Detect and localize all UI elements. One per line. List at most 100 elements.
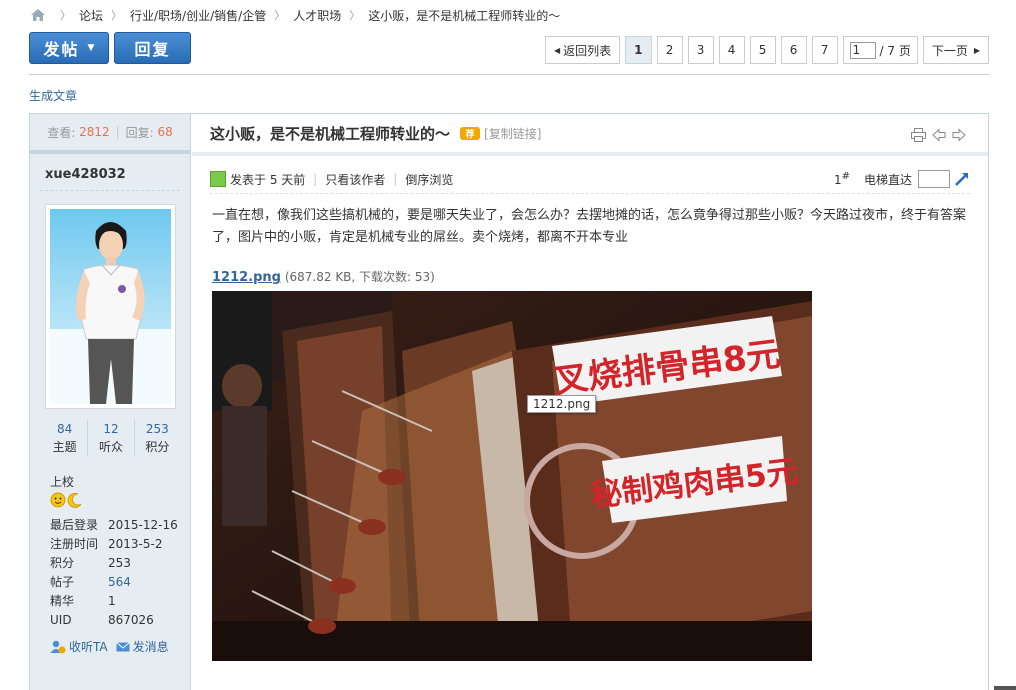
info-digest: 精华 1 — [50, 592, 178, 611]
chevron-right-icon: 〉 — [60, 9, 71, 22]
floor-suffix: # — [841, 171, 850, 182]
only-author-link[interactable]: 只看该作者 — [325, 171, 385, 188]
reply-button[interactable]: 回复 — [114, 32, 191, 64]
online-user-icon — [210, 171, 226, 187]
new-post-label: 发帖 — [43, 40, 80, 59]
info-key: UID — [50, 613, 72, 627]
envelope-icon — [115, 641, 130, 651]
info-key: 最后登录 — [50, 518, 99, 532]
author-name[interactable]: xue428032 — [45, 167, 190, 182]
page-2[interactable]: 2 — [656, 36, 683, 64]
replies-count: 68 — [157, 125, 173, 139]
back-to-list-button[interactable]: ◀ 返回列表 — [544, 36, 621, 64]
author-info: 最后登录 2015-12-16 注册时间 2013-5-2 积分 253 帖子 564 … — [50, 516, 178, 630]
stats-separator: | — [115, 125, 120, 139]
next-thread-icon[interactable] — [952, 128, 966, 142]
thread-stats: 查看: 2812 | 回复: 68 — [30, 114, 190, 154]
post-header: 这小贩，是不是机械工程师转业的～ 荐 [复制链接] — [192, 114, 988, 156]
post-meta: 发表于 5 天前 | 只看该作者 | 倒序浏览 1# 电梯直达 — [210, 168, 970, 190]
info-key: 帖子 — [50, 575, 75, 589]
page-4[interactable]: 4 — [718, 36, 745, 64]
floor-controls: 1# 电梯直达 — [834, 170, 970, 188]
attachment-filename[interactable]: 1212.png — [212, 270, 281, 285]
send-message-button[interactable]: 发消息 — [115, 638, 169, 655]
sun-icon — [50, 492, 66, 508]
info-value: 253 — [108, 556, 131, 570]
photo-graphic: 叉烧排骨串8元 秘制鸡肉串5元 — [212, 291, 812, 661]
post-content: 一直在想，像我们这些搞机械的，要是哪天失业了，会怎么办？去摆地摊的话，怎么竟争得… — [212, 208, 967, 245]
info-value-link[interactable]: 564 — [108, 573, 131, 592]
print-icon[interactable] — [911, 128, 926, 142]
home-icon[interactable] — [30, 8, 46, 22]
author-sidebar: 查看: 2812 | 回复: 68 xue428032 84 主题 12 听众 … — [30, 114, 191, 690]
info-uid: UID 867026 — [50, 611, 178, 630]
send-message-label: 发消息 — [132, 640, 169, 654]
post: 查看: 2812 | 回复: 68 xue428032 84 主题 12 听众 … — [29, 113, 989, 690]
post-title: 这小贩，是不是机械工程师转业的～ — [210, 124, 451, 143]
new-post-button[interactable]: 发帖 ▼ — [29, 32, 109, 64]
medals — [50, 492, 83, 508]
count-followers[interactable]: 12 听众 — [87, 420, 133, 456]
page-3[interactable]: 3 — [687, 36, 714, 64]
info-last-login: 最后登录 2015-12-16 — [50, 516, 178, 535]
reply-label: 回复 — [134, 40, 171, 59]
page-7[interactable]: 7 — [811, 36, 838, 64]
moon-icon — [67, 492, 82, 508]
author-rank: 上校 — [50, 475, 75, 489]
count-label: 主题 — [52, 440, 77, 454]
avatar[interactable] — [45, 204, 176, 409]
back-to-list-label: 返回列表 — [563, 43, 612, 58]
breadcrumb-item-thread[interactable]: 这小贩，是不是机械工程师转业的～ — [368, 7, 560, 24]
count-value: 253 — [145, 422, 169, 436]
chevron-right-icon: 〉 — [111, 9, 123, 22]
replies-label: 回复: — [125, 125, 154, 140]
author-actions: 收听TA 发消息 — [50, 638, 169, 655]
page-1[interactable]: 1 — [625, 36, 652, 64]
page-5[interactable]: 5 — [749, 36, 776, 64]
next-page-label: 下一页 — [931, 43, 968, 58]
reverse-order-link[interactable]: 倒序浏览 — [405, 171, 453, 188]
breadcrumb-item-forum[interactable]: 论坛 — [79, 7, 103, 24]
info-value: 867026 — [108, 613, 154, 627]
count-value: 84 — [57, 422, 73, 436]
next-page-button[interactable]: 下一页 ▶ — [922, 36, 989, 64]
jump-go-icon[interactable] — [954, 171, 970, 187]
generate-article-link[interactable]: 生成文章 — [29, 87, 77, 104]
count-value: 12 — [103, 422, 119, 436]
arrow-left-icon: ◀ — [553, 45, 561, 55]
floor-jump-input[interactable] — [918, 170, 950, 188]
jump-label: 电梯直达 — [863, 172, 912, 187]
copy-link[interactable]: [复制链接] — [484, 125, 541, 142]
info-key: 精华 — [50, 594, 75, 608]
breadcrumb-item-category[interactable]: 行业/职场/创业/销售/企管 — [130, 7, 266, 24]
pagination: ◀ 返回列表 1 2 3 4 5 6 7 1 / 7 页 下一页 ▶ — [544, 36, 989, 64]
post-time: 发表于 5 天前 — [230, 172, 306, 187]
info-posts: 帖子 564 — [50, 573, 178, 592]
meta-separator: | — [393, 172, 398, 186]
info-value: 2015-12-16 — [108, 518, 178, 532]
scrollbar-corner — [994, 686, 1016, 690]
divider — [210, 193, 970, 194]
info-key: 注册时间 — [50, 537, 99, 551]
info-points: 积分 253 — [50, 554, 178, 573]
info-register-date: 注册时间 2013-5-2 — [50, 535, 178, 554]
count-threads[interactable]: 84 主题 — [42, 420, 87, 456]
breadcrumb-item-board[interactable]: 人才职场 — [293, 7, 341, 24]
page-6[interactable]: 6 — [780, 36, 807, 64]
chevron-right-icon: 〉 — [274, 9, 286, 22]
caret-down-icon: ▼ — [87, 43, 95, 53]
author-counts: 84 主题 12 听众 253 积分 — [42, 420, 180, 456]
info-value: 2013-5-2 — [108, 537, 163, 551]
attachment-image[interactable]: 叉烧排骨串8元 秘制鸡肉串5元 1212.png — [212, 291, 812, 661]
post-main: 这小贩，是不是机械工程师转业的～ 荐 [复制链接] 发表于 5 天前 | 只看该… — [192, 114, 988, 690]
prev-thread-icon[interactable] — [932, 128, 946, 142]
divider — [29, 74, 989, 75]
attachment-meta: (687.82 KB, 下载次数: 53) — [284, 270, 435, 284]
info-key: 积分 — [50, 556, 75, 570]
page-number-input[interactable]: 1 — [849, 41, 876, 59]
count-points[interactable]: 253 积分 — [133, 420, 180, 456]
floor-number[interactable]: 1# — [834, 171, 850, 187]
follow-button[interactable]: 收听TA — [50, 638, 108, 655]
arrow-right-icon: ▶ — [973, 45, 980, 55]
image-tooltip: 1212.png — [527, 395, 597, 413]
